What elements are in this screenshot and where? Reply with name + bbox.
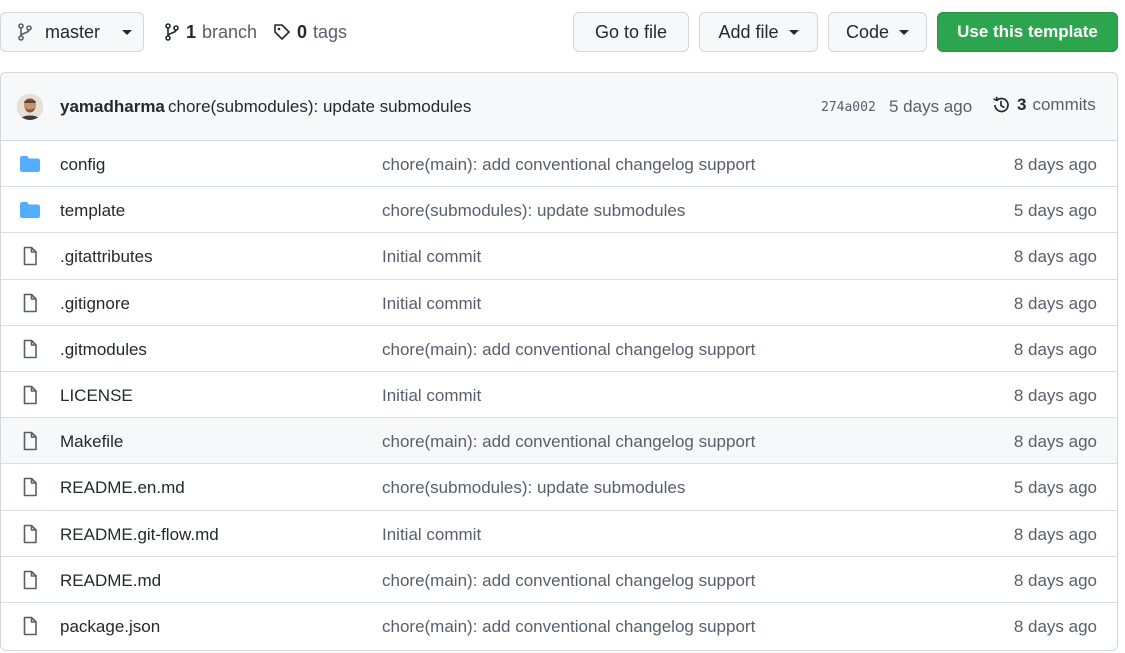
file-commit-age: 5 days ago <box>1013 201 1097 221</box>
file-commit-message-link[interactable]: chore(submodules): update submodules <box>382 478 685 498</box>
code-button[interactable]: Code <box>828 12 927 52</box>
tags-link[interactable]: 0 tags <box>273 12 347 52</box>
file-icon <box>19 570 41 590</box>
file-row[interactable]: config chore(main): add conventional chan… <box>1 141 1117 188</box>
file-commit-age: 8 days ago <box>1013 155 1097 174</box>
file-commit-age: 8 days ago <box>1013 339 1097 359</box>
folder-icon <box>19 154 41 174</box>
folder-icon <box>19 200 41 220</box>
file-icon <box>19 385 41 405</box>
avatar[interactable] <box>17 94 43 120</box>
file-icon <box>19 524 41 544</box>
branch-count: 1 <box>186 21 197 42</box>
file-name-link[interactable]: LICENSE <box>60 386 133 406</box>
branch-name: master <box>45 21 101 42</box>
add-file-label: Add file <box>718 21 779 42</box>
file-icon <box>19 616 41 636</box>
file-list: config chore(main): add conventional chan… <box>1 141 1117 649</box>
commit-count-label: commits <box>1032 95 1096 114</box>
file-name-link[interactable]: README.en.md <box>60 478 185 498</box>
branches-link[interactable]: 1 branch <box>164 12 257 52</box>
file-commit-message-link[interactable]: Initial commit <box>382 525 481 545</box>
file-commit-message-link[interactable]: Initial commit <box>382 294 481 314</box>
file-row[interactable]: .gitmodules chore(main): add conventional… <box>1 326 1117 372</box>
file-name-link[interactable]: .gitignore <box>60 294 130 314</box>
file-commit-message-link[interactable]: chore(main): add conventional changelog … <box>382 617 755 637</box>
chevron-down-icon <box>788 29 799 35</box>
file-commit-message-link[interactable]: chore(main): add conventional changelog … <box>382 340 755 360</box>
file-icon <box>19 477 41 497</box>
branch-label: branch <box>202 21 258 42</box>
commit-age: 5 days ago <box>889 97 973 116</box>
file-commit-message-link[interactable]: chore(main): add conventional changelog … <box>382 155 755 175</box>
file-icon <box>19 431 41 451</box>
file-row[interactable]: Makefile chore(main): add conventional ch… <box>1 418 1117 465</box>
tag-icon <box>274 24 290 40</box>
file-name-link[interactable]: config <box>60 155 105 175</box>
git-branch-icon <box>165 23 179 41</box>
git-branch-icon <box>18 23 32 41</box>
file-row[interactable]: package.json chore(main): add conventiona… <box>1 603 1117 649</box>
chevron-down-icon <box>899 29 910 35</box>
file-commit-message-link[interactable]: Initial commit <box>382 386 481 406</box>
commits-link[interactable]: 3 commits <box>991 95 1096 115</box>
branch-select-button[interactable]: master <box>0 12 144 52</box>
file-icon <box>19 293 41 313</box>
chevron-down-icon <box>122 29 133 35</box>
file-name-link[interactable]: template <box>60 201 125 221</box>
file-commit-message-link[interactable]: chore(main): add conventional changelog … <box>382 432 755 452</box>
use-template-label: Use this template <box>957 22 1098 41</box>
go-to-file-label: Go to file <box>594 21 668 42</box>
code-label: Code <box>845 21 890 42</box>
file-commit-age: 8 days ago <box>1013 616 1097 636</box>
file-commit-age: 8 days ago <box>1013 293 1097 313</box>
file-name-link[interactable]: package.json <box>60 617 160 637</box>
repo-toolbar: master 1 branch 0 tags Go to file Add fi… <box>0 12 1125 52</box>
file-icon <box>19 246 41 266</box>
go-to-file-button[interactable]: Go to file <box>573 12 689 52</box>
file-row[interactable]: template chore(submodules): update submod… <box>1 187 1117 234</box>
commit-author-link[interactable]: yamadharma <box>60 97 165 117</box>
file-icon <box>19 339 41 359</box>
add-file-button[interactable]: Add file <box>699 12 818 52</box>
use-template-button[interactable]: Use this template <box>937 12 1118 52</box>
file-commit-age: 8 days ago <box>1013 432 1097 452</box>
file-name-link[interactable]: README.git-flow.md <box>60 525 219 545</box>
file-commit-age: 8 days ago <box>1013 385 1097 405</box>
file-commit-message-link[interactable]: Initial commit <box>382 247 481 267</box>
commit-sha-link[interactable]: 274a002 <box>821 100 876 115</box>
file-commit-age: 8 days ago <box>1013 570 1097 590</box>
history-icon <box>993 96 1009 113</box>
commit-message-link[interactable]: chore(submodules): update submodules <box>168 97 471 117</box>
tag-label: tags <box>313 21 348 42</box>
commit-count: 3 <box>1017 95 1027 114</box>
file-browser: yamadharma chore(submodules): update sub… <box>0 72 1118 651</box>
file-commit-age: 8 days ago <box>1013 524 1097 544</box>
file-commit-message-link[interactable]: chore(submodules): update submodules <box>382 201 685 221</box>
file-name-link[interactable]: .gitattributes <box>60 247 153 267</box>
file-name-link[interactable]: Makefile <box>60 432 123 452</box>
file-row[interactable]: README.en.md chore(submodules): update su… <box>1 464 1117 511</box>
file-commit-age: 5 days ago <box>1013 478 1097 498</box>
file-row[interactable]: README.md chore(main): add conventional c… <box>1 557 1117 603</box>
latest-commit-bar: yamadharma chore(submodules): update sub… <box>1 73 1117 141</box>
file-commit-age: 8 days ago <box>1013 247 1097 267</box>
tag-count: 0 <box>297 21 308 42</box>
file-name-link[interactable]: README.md <box>60 571 161 591</box>
file-row[interactable]: .gitattributes Initial commit 8 days ago <box>1 233 1117 280</box>
file-name-link[interactable]: .gitmodules <box>60 340 147 360</box>
file-row[interactable]: LICENSE Initial commit 8 days ago <box>1 372 1117 419</box>
file-row[interactable]: .gitignore Initial commit 8 days ago <box>1 280 1117 326</box>
file-row[interactable]: README.git-flow.md Initial commit 8 days a… <box>1 511 1117 557</box>
file-commit-message-link[interactable]: chore(main): add conventional changelog … <box>382 571 755 591</box>
